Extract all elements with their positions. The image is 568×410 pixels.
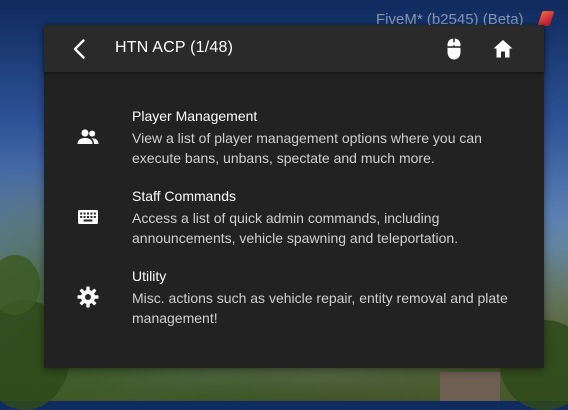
home-button[interactable]	[491, 37, 515, 61]
back-button[interactable]	[68, 37, 92, 61]
mouse-icon	[447, 38, 461, 60]
menu-item-description: View a list of player management options…	[132, 130, 482, 166]
menu-item-utility[interactable]: Utility Misc. actions such as vehicle re…	[44, 268, 544, 334]
menu-item-staff-commands[interactable]: Staff Commands Access a list of quick ad…	[44, 188, 544, 254]
menu-item-title: Utility	[132, 268, 167, 284]
mouse-toggle-button[interactable]	[442, 37, 466, 61]
keyboard-icon	[78, 210, 98, 224]
menu-item-title: Player Management	[132, 108, 258, 124]
admin-panel: HTN ACP (1/48) Player Management View a …	[44, 25, 544, 368]
fivem-logo-icon	[537, 11, 555, 26]
chevron-left-icon	[73, 39, 85, 59]
gear-icon	[77, 286, 99, 308]
menu-item-player-management[interactable]: Player Management View a list of player …	[44, 108, 544, 174]
people-icon	[77, 129, 99, 144]
panel-header: HTN ACP (1/48)	[44, 25, 544, 72]
home-icon	[493, 40, 513, 58]
menu-item-title: Staff Commands	[132, 188, 237, 204]
menu-item-description: Misc. actions such as vehicle repair, en…	[132, 290, 508, 326]
menu-item-description: Access a list of quick admin commands, i…	[132, 210, 459, 246]
page-title: HTN ACP (1/48)	[115, 39, 234, 56]
